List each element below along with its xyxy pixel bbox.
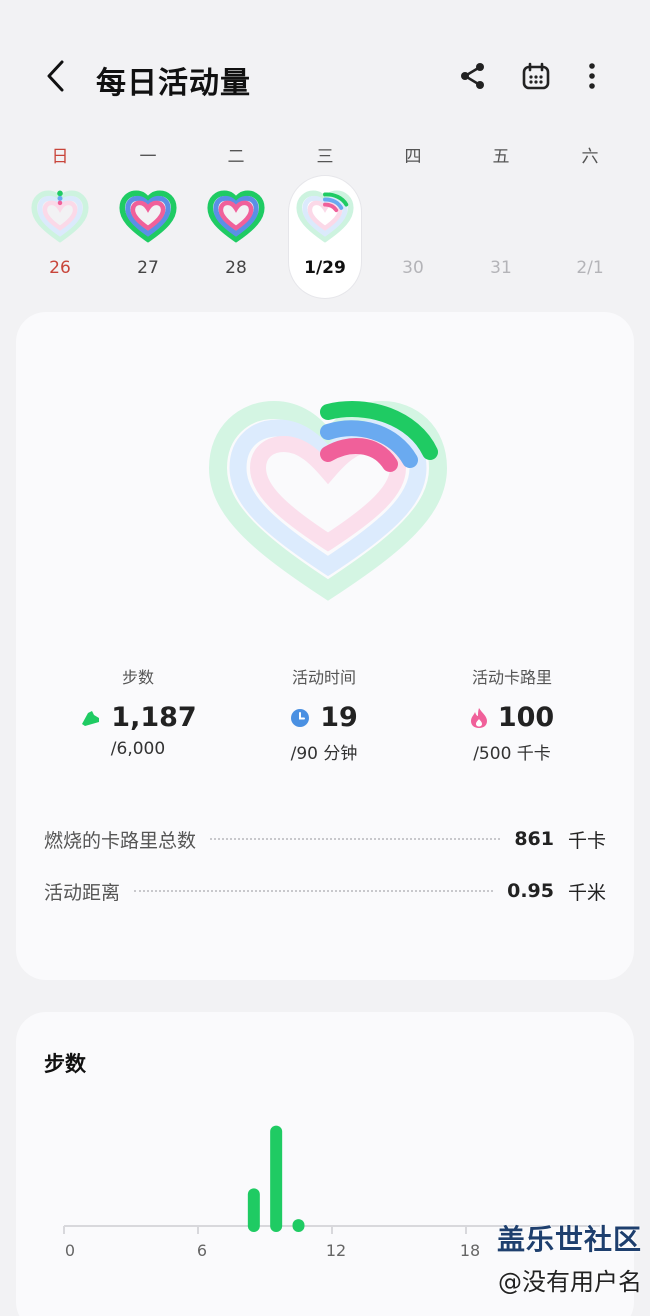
day-item: 四 30 [376,136,450,296]
x-tick-label: 12 [326,1241,346,1260]
clock-icon [291,708,310,727]
activity-heart-icon [296,190,354,243]
total-calories-row: 燃烧的卡路里总数 861 千卡 [44,824,606,854]
stat-value: 1,187 [111,702,197,733]
steps-bar[interactable] [292,1219,305,1232]
row-label: 燃烧的卡路里总数 [44,829,197,852]
stat-value-row: 1,187 [48,702,228,733]
day-item[interactable]: 日 26 [23,136,97,296]
activity-rings-heart [208,400,448,601]
activity-heart-icon [31,190,89,243]
more-vertical-icon [589,63,595,89]
stat-value: 19 [320,702,358,733]
daily-activity-card[interactable]: 步数 1,187 /6,000 活动时间 19 /90 分钟 活动卡路里 100 [16,312,634,980]
top-app-bar: 每日活动量 [0,40,650,116]
stat-value-row: 19 [234,702,414,733]
calendar-button[interactable] [516,56,556,96]
row-value: 0.95 [507,880,554,902]
day-date: 26 [49,258,71,278]
day-of-week-label: 二 [227,147,245,167]
share-button[interactable] [453,56,493,96]
x-tick-label: 6 [197,1241,207,1260]
day-item: 五 31 [464,136,538,296]
day-item: 六 2/1 [553,136,627,296]
day-of-week-label: 一 [139,147,157,167]
stat-goal: /90 分钟 [290,744,358,764]
page-title: 每日活动量 [96,66,251,101]
day-item-selected[interactable]: 三 1/29 [288,136,362,298]
steps-stat: 步数 1,187 /6,000 [48,664,228,759]
x-tick-label: 0 [65,1241,75,1260]
day-of-week-label: 三 [316,147,334,167]
watermark-username: @没有用户名 [498,1268,642,1296]
day-of-week-label: 四 [404,147,422,167]
community-watermark: 盖乐世社区 @没有用户名 [472,1218,642,1297]
row-label: 活动距离 [44,881,121,904]
row-unit: 千卡 [567,829,606,852]
active-distance-row: 活动距离 0.95 千米 [44,876,606,906]
day-date: 1/29 [304,258,346,278]
day-of-week-label: 六 [581,147,599,167]
day-date: 30 [402,258,424,278]
activity-heart-icon [119,190,177,243]
steps-bar[interactable] [247,1188,260,1232]
row-value: 861 [514,828,554,850]
steps-bar[interactable] [270,1125,283,1232]
steps-card-title: 步数 [44,1052,86,1076]
back-chevron-icon [47,60,64,92]
day-date: 28 [225,258,247,278]
share-icon [461,63,484,89]
day-of-week-label: 日 [51,147,69,167]
day-date: 27 [137,258,159,278]
calendar-icon [522,62,550,90]
day-item[interactable]: 二 28 [199,136,273,296]
shoe-icon [82,710,100,726]
day-date: 2/1 [576,258,604,278]
dotted-leader [134,890,494,892]
stat-label: 步数 [121,668,154,687]
week-selector: 日 26 一 27 二 28 三 1/29 四 30 五 31 六 2/1 [16,136,634,306]
activity-heart-icon [207,190,265,243]
stat-label: 活动时间 [291,668,356,687]
day-item[interactable]: 一 27 [111,136,185,296]
back-button[interactable] [36,54,76,98]
dotted-leader [210,838,501,840]
flame-icon [470,707,487,728]
stat-goal: /6,000 [110,739,166,759]
more-options-button[interactable] [572,56,612,96]
day-of-week-label: 五 [492,147,510,167]
stat-value-row: 100 [422,702,602,733]
day-date: 31 [490,258,512,278]
watermark-brand: 盖乐世社区 [496,1223,642,1256]
stat-goal: /500 千卡 [473,744,551,764]
active-calories-stat: 活动卡路里 100 /500 千卡 [422,664,602,764]
row-unit: 千米 [567,881,606,904]
stat-label: 活动卡路里 [471,668,552,687]
active-time-stat: 活动时间 19 /90 分钟 [234,664,414,764]
stat-value: 100 [497,702,555,733]
